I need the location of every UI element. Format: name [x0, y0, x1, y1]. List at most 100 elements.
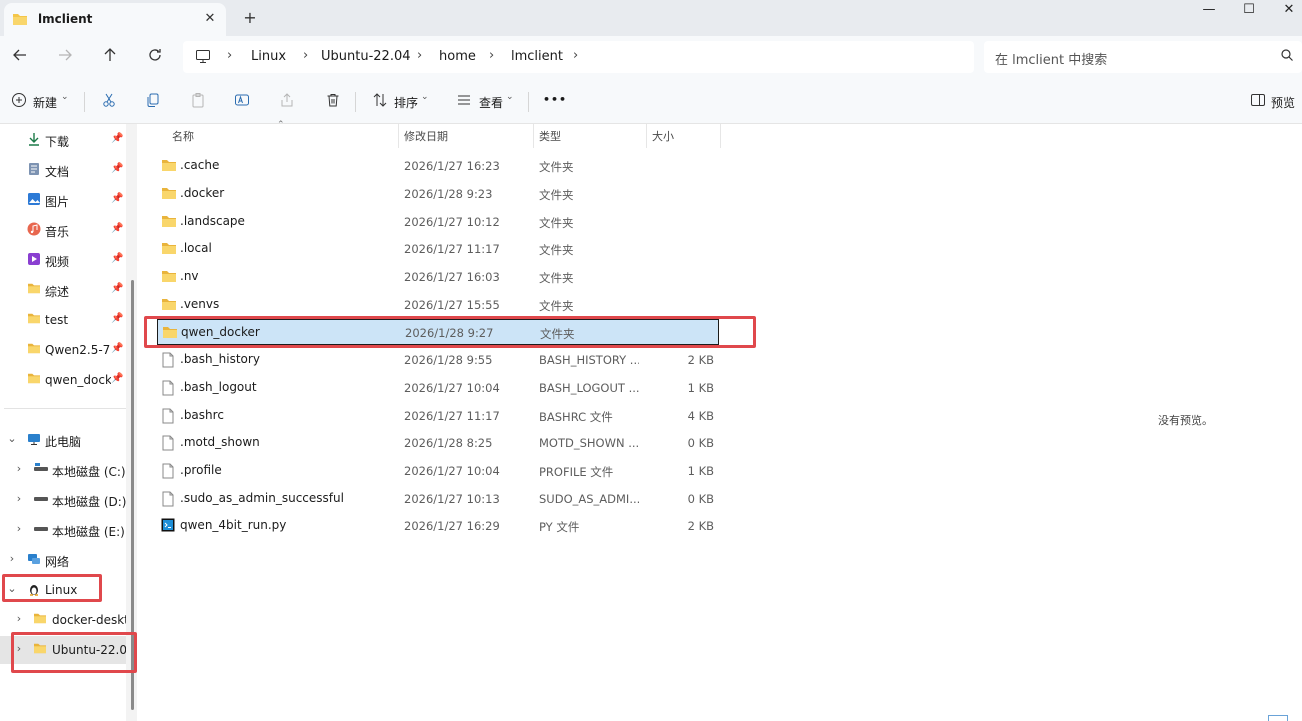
refresh-button[interactable]	[143, 46, 167, 70]
column-header-size[interactable]: 大小	[652, 128, 674, 144]
breadcrumb-ubuntu[interactable]: Ubuntu-22.04	[321, 49, 411, 64]
sidebar-item-downloads[interactable]: 下载 📌	[0, 126, 128, 154]
chevron-down-icon[interactable]: ⌄	[7, 432, 17, 445]
chevron-right-icon[interactable]: ›	[573, 48, 578, 63]
search-input[interactable]: 在 lmclient 中搜索	[995, 49, 1107, 68]
sidebar-item-docker-desktop[interactable]: › docker-desktop	[0, 606, 128, 634]
chevron-down-icon[interactable]: ⌄	[506, 92, 514, 112]
sidebar-item-drive-d[interactable]: › 本地磁盘 (D:)	[0, 486, 128, 514]
column-divider[interactable]	[398, 124, 399, 148]
list-item[interactable]: .venvs 2026/1/27 15:55 文件夹	[157, 292, 719, 318]
video-icon	[27, 252, 41, 266]
back-button[interactable]	[8, 46, 32, 70]
more-options-button[interactable]: •••	[543, 93, 567, 113]
chevron-right-icon[interactable]: ›	[14, 612, 24, 625]
sort-button[interactable]: 排序	[394, 94, 418, 114]
chevron-right-icon[interactable]: ›	[7, 552, 17, 565]
column-header-type[interactable]: 类型	[539, 128, 561, 144]
chevron-down-icon[interactable]: ⌄	[421, 92, 429, 112]
highlight-box-ubuntu	[11, 632, 137, 673]
new-tab-button[interactable]: +	[240, 8, 260, 28]
folder-icon	[33, 612, 47, 626]
list-item[interactable]: .bashrc 2026/1/27 11:17 BASHRC 文件 4 KB	[157, 403, 719, 429]
view-icon[interactable]	[454, 92, 474, 112]
search-icon[interactable]	[1280, 48, 1294, 65]
close-window-button[interactable]: ✕	[1266, 0, 1302, 22]
arrow-left-icon	[13, 49, 26, 61]
pin-icon[interactable]: 📌	[111, 193, 123, 204]
list-item[interactable]: .bash_history 2026/1/28 9:55 BASH_HISTOR…	[157, 347, 719, 373]
chevron-right-icon[interactable]: ›	[14, 522, 24, 535]
breadcrumb-home[interactable]: home	[439, 49, 476, 64]
view-button[interactable]: 查看	[479, 94, 503, 114]
sidebar-item-network[interactable]: › 网络	[0, 546, 128, 574]
document-icon	[27, 162, 41, 176]
close-tab-button[interactable]: ✕	[200, 9, 220, 29]
pin-icon[interactable]: 📌	[111, 283, 123, 294]
highlight-box-qwen-docker	[144, 316, 756, 348]
refresh-icon	[149, 49, 161, 61]
list-item[interactable]: .profile 2026/1/27 10:04 PROFILE 文件 1 KB	[157, 458, 719, 484]
list-item[interactable]: qwen_4bit_run.py 2026/1/27 16:29 PY 文件 2…	[157, 513, 719, 539]
list-item[interactable]: .bash_logout 2026/1/27 10:04 BASH_LOGOUT…	[157, 375, 719, 401]
chevron-right-icon: ›	[303, 48, 309, 63]
chevron-right-icon[interactable]: ›	[14, 492, 24, 505]
pin-icon[interactable]: 📌	[111, 343, 123, 354]
list-item[interactable]: .cache 2026/1/27 16:23 文件夹	[157, 153, 719, 179]
sidebar-item-videos[interactable]: 视频 📌	[0, 246, 128, 274]
rename-icon[interactable]	[232, 92, 252, 112]
new-button[interactable]: 新建	[33, 94, 57, 114]
chevron-down-icon[interactable]: ⌄	[61, 92, 69, 112]
file-icon	[161, 491, 175, 510]
column-divider[interactable]	[533, 124, 534, 148]
list-item[interactable]: .docker 2026/1/28 9:23 文件夹	[157, 181, 719, 207]
list-item[interactable]: .sudo_as_admin_successful 2026/1/27 10:1…	[157, 486, 719, 512]
column-header-name[interactable]: 名称	[172, 128, 194, 144]
pin-icon[interactable]: 📌	[111, 223, 123, 234]
column-divider[interactable]	[720, 124, 721, 148]
sidebar-item-drive-c[interactable]: › 本地磁盘 (C:)	[0, 456, 128, 484]
pin-icon[interactable]: 📌	[111, 133, 123, 144]
sidebar-item-pictures[interactable]: 图片 📌	[0, 186, 128, 214]
sidebar-item-qwen-docker[interactable]: qwen_docker 📌	[0, 366, 128, 394]
preview-pane-icon[interactable]	[1248, 92, 1268, 112]
list-item[interactable]: .local 2026/1/27 11:17 文件夹	[157, 236, 719, 262]
delete-icon[interactable]	[323, 92, 343, 112]
sidebar-item-qwen25[interactable]: Qwen2.5-7B 📌	[0, 336, 128, 364]
cut-icon[interactable]	[99, 92, 119, 112]
search-field[interactable]: 在 lmclient 中搜索	[984, 41, 1302, 73]
up-button[interactable]	[98, 46, 122, 70]
chevron-right-icon[interactable]: ›	[14, 462, 24, 475]
resize-grip[interactable]	[1268, 715, 1288, 721]
sidebar-item-review[interactable]: 综述 📌	[0, 276, 128, 304]
divider	[4, 408, 126, 409]
divider	[528, 92, 529, 112]
list-item[interactable]: .motd_shown 2026/1/28 8:25 MOTD_SHOWN ..…	[157, 430, 719, 456]
copy-icon[interactable]	[143, 92, 163, 112]
forward-button[interactable]	[53, 46, 77, 70]
preview-button[interactable]: 预览	[1271, 94, 1295, 114]
new-plus-icon[interactable]	[9, 92, 29, 112]
sort-icon[interactable]	[370, 92, 390, 112]
share-icon[interactable]	[277, 92, 297, 112]
sidebar-item-music[interactable]: 音乐 📌	[0, 216, 128, 244]
breadcrumb-linux[interactable]: Linux	[251, 49, 286, 64]
list-item[interactable]: .nv 2026/1/27 16:03 文件夹	[157, 264, 719, 290]
pin-icon[interactable]: 📌	[111, 313, 123, 324]
column-divider[interactable]	[646, 124, 647, 148]
paste-icon[interactable]	[188, 92, 208, 112]
sidebar-item-documents[interactable]: 文档 📌	[0, 156, 128, 184]
breadcrumb-lmclient[interactable]: lmclient	[511, 49, 563, 64]
file-explorer-window: lmclient ✕ + — ☐ ✕ › Linux › Ubuntu-22.0…	[0, 0, 1302, 721]
list-item[interactable]: .landscape 2026/1/27 10:12 文件夹	[157, 209, 719, 235]
arrow-up-icon	[104, 48, 116, 61]
pin-icon[interactable]: 📌	[111, 373, 123, 384]
column-header-date[interactable]: 修改日期	[404, 128, 448, 144]
sidebar-item-this-pc[interactable]: ⌄ 此电脑	[0, 426, 128, 454]
sidebar-item-test[interactable]: test 📌	[0, 306, 128, 334]
pin-icon[interactable]: 📌	[111, 163, 123, 174]
address-field[interactable]: › Linux › Ubuntu-22.04 › home › lmclient…	[183, 41, 974, 73]
sidebar-item-drive-e[interactable]: › 本地磁盘 (E:)	[0, 516, 128, 544]
tab-lmclient[interactable]: lmclient ✕	[4, 3, 226, 36]
pin-icon[interactable]: 📌	[111, 253, 123, 264]
